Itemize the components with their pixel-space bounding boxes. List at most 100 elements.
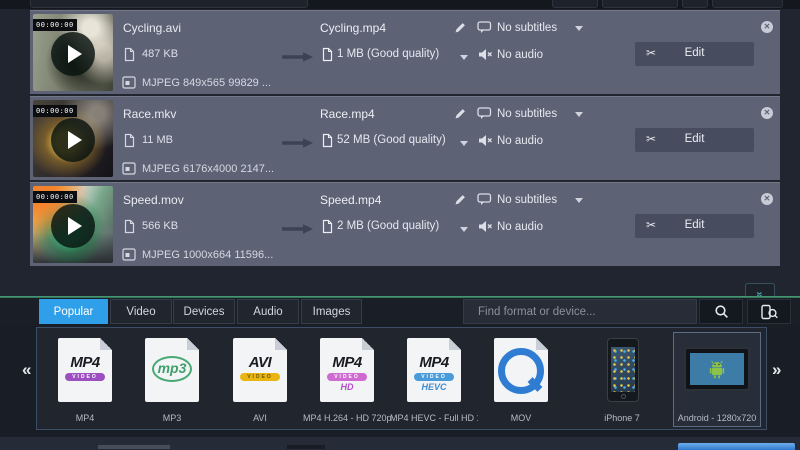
convert-button-cutoff[interactable] xyxy=(678,443,795,450)
remove-file-button[interactable]: ✕ xyxy=(761,193,773,205)
android-robot-icon xyxy=(707,359,727,379)
format-tile-mp4-hevc[interactable]: MP4 VIDEO HEVC MP4 HEVC - Full HD 1... xyxy=(390,334,478,426)
toolbar-segment xyxy=(30,0,308,8)
quicktime-doc-icon xyxy=(494,338,548,402)
remove-file-button[interactable]: ✕ xyxy=(761,107,773,119)
mp4-hd-doc-icon: MP4 VIDEO HD xyxy=(320,338,374,402)
subtitles-value[interactable]: No subtitles xyxy=(497,194,557,206)
play-button[interactable] xyxy=(51,204,95,248)
format-tile-mov[interactable]: MOV xyxy=(477,334,565,426)
format-tile-mp3[interactable]: mp3 MP3 xyxy=(128,334,216,426)
edit-button[interactable]: ✂ Edit xyxy=(635,128,754,152)
video-converter-app: { "rows": [ {"timestamp":"00:00:00","sou… xyxy=(0,0,800,450)
file-icon xyxy=(123,47,136,62)
format-tile-android-selected[interactable]: Android - 1280x720 xyxy=(673,332,761,427)
codec-icon xyxy=(122,76,136,89)
file-icon xyxy=(321,219,334,234)
media-row-speed: 00:00:00 Speed.mov 566 KB MJPEG 1000x664… xyxy=(30,182,780,266)
video-thumbnail[interactable]: 00:00:00 xyxy=(33,14,113,91)
status-text-fragment xyxy=(98,445,170,449)
format-label: MOV xyxy=(477,413,565,423)
source-codec-info: MJPEG 849x565 99829 ... xyxy=(142,77,271,89)
file-icon xyxy=(321,133,334,148)
edit-button[interactable]: ✂ Edit xyxy=(635,42,754,66)
format-label: MP4 HEVC - Full HD 1... xyxy=(390,413,478,423)
format-panel: MP4 VIDEO MP4 mp3 MP3 AVI VIDEO AVI MP4 … xyxy=(36,327,767,430)
search-icon xyxy=(714,304,729,319)
subtitles-value[interactable]: No subtitles xyxy=(497,108,557,120)
search-button[interactable] xyxy=(699,299,743,324)
tab-audio[interactable]: Audio xyxy=(237,299,299,324)
play-button[interactable] xyxy=(51,32,95,76)
format-tile-avi[interactable]: AVI VIDEO AVI xyxy=(216,334,304,426)
format-tabbar: Popular Video Devices Audio Images xyxy=(0,298,800,326)
quality-dropdown-caret[interactable] xyxy=(460,55,468,60)
subtitles-value[interactable]: No subtitles xyxy=(497,22,557,34)
audio-muted-icon xyxy=(478,48,493,61)
edit-button-label: Edit xyxy=(635,133,754,145)
status-text-fragment xyxy=(287,445,325,449)
output-filename: Speed.mp4 xyxy=(320,193,381,207)
audio-value: No audio xyxy=(497,49,543,61)
edit-button[interactable]: ✂ Edit xyxy=(635,214,754,238)
subtitles-dropdown-caret[interactable] xyxy=(575,198,583,203)
file-icon xyxy=(123,219,136,234)
scroll-right-chevron[interactable]: » xyxy=(772,360,781,380)
tab-devices[interactable]: Devices xyxy=(173,299,235,324)
conversion-arrow-icon xyxy=(282,138,314,148)
play-icon xyxy=(68,131,82,149)
source-size: 566 KB xyxy=(142,220,178,232)
subtitles-dropdown-caret[interactable] xyxy=(575,112,583,117)
format-tile-mp4[interactable]: MP4 VIDEO MP4 xyxy=(41,334,129,426)
output-quality-value: 2 MB (Good quality) xyxy=(337,220,439,232)
media-row-race: 00:00:00 Race.mkv 11 MB MJPEG 6176x4000 … xyxy=(30,96,780,180)
play-button[interactable] xyxy=(51,118,95,162)
format-search-input[interactable] xyxy=(463,299,697,324)
toolbar-segment xyxy=(602,0,678,8)
device-detect-button[interactable] xyxy=(747,299,791,324)
format-tile-iphone7[interactable]: iPhone 7 xyxy=(578,334,666,426)
play-icon xyxy=(68,217,82,235)
remove-file-button[interactable]: ✕ xyxy=(761,21,773,33)
statusbar-cutoff xyxy=(0,437,800,450)
timestamp-badge: 00:00:00 xyxy=(33,19,77,31)
format-label: MP4 H.264 - HD 720p xyxy=(303,413,391,423)
rename-pencil-icon[interactable] xyxy=(454,21,467,34)
video-thumbnail[interactable]: 00:00:00 xyxy=(33,100,113,177)
format-label: MP4 xyxy=(41,413,129,423)
audio-value: No audio xyxy=(497,135,543,147)
scroll-left-chevron[interactable]: « xyxy=(22,360,31,380)
quality-dropdown-caret[interactable] xyxy=(460,227,468,232)
play-icon xyxy=(68,45,82,63)
output-quality-value: 52 MB (Good quality) xyxy=(337,134,446,146)
format-tile-mp4-hd[interactable]: MP4 VIDEO HD MP4 H.264 - HD 720p xyxy=(303,334,391,426)
tab-video[interactable]: Video xyxy=(110,299,172,324)
edit-button-label: Edit xyxy=(635,47,754,59)
tab-images[interactable]: Images xyxy=(301,299,362,324)
quicktime-q-icon xyxy=(498,348,544,394)
source-filename: Race.mkv xyxy=(123,107,176,121)
output-filename: Cycling.mp4 xyxy=(320,21,386,35)
collapse-panel-handle[interactable]: « xyxy=(745,283,775,297)
conversion-arrow-icon xyxy=(282,52,314,62)
source-size: 11 MB xyxy=(142,134,173,146)
mp3-doc-icon: mp3 xyxy=(145,338,199,402)
subtitles-dropdown-caret[interactable] xyxy=(575,26,583,31)
source-filename: Speed.mov xyxy=(123,193,184,207)
device-search-icon xyxy=(760,304,778,320)
subtitles-bubble-icon xyxy=(477,107,492,120)
android-tablet-icon xyxy=(684,347,750,391)
tab-popular[interactable]: Popular xyxy=(39,299,108,324)
output-filename: Race.mp4 xyxy=(320,107,375,121)
audio-muted-icon xyxy=(478,134,493,147)
rename-pencil-icon[interactable] xyxy=(454,107,467,120)
timestamp-badge: 00:00:00 xyxy=(33,191,77,203)
source-filename: Cycling.avi xyxy=(123,21,181,35)
rename-pencil-icon[interactable] xyxy=(454,193,467,206)
audio-muted-icon xyxy=(478,220,493,233)
quality-dropdown-caret[interactable] xyxy=(460,141,468,146)
video-thumbnail[interactable]: 00:00:00 xyxy=(33,186,113,263)
mp4-doc-icon: MP4 VIDEO xyxy=(58,338,112,402)
toolbar-cutoff xyxy=(0,0,800,9)
file-icon xyxy=(321,47,334,62)
